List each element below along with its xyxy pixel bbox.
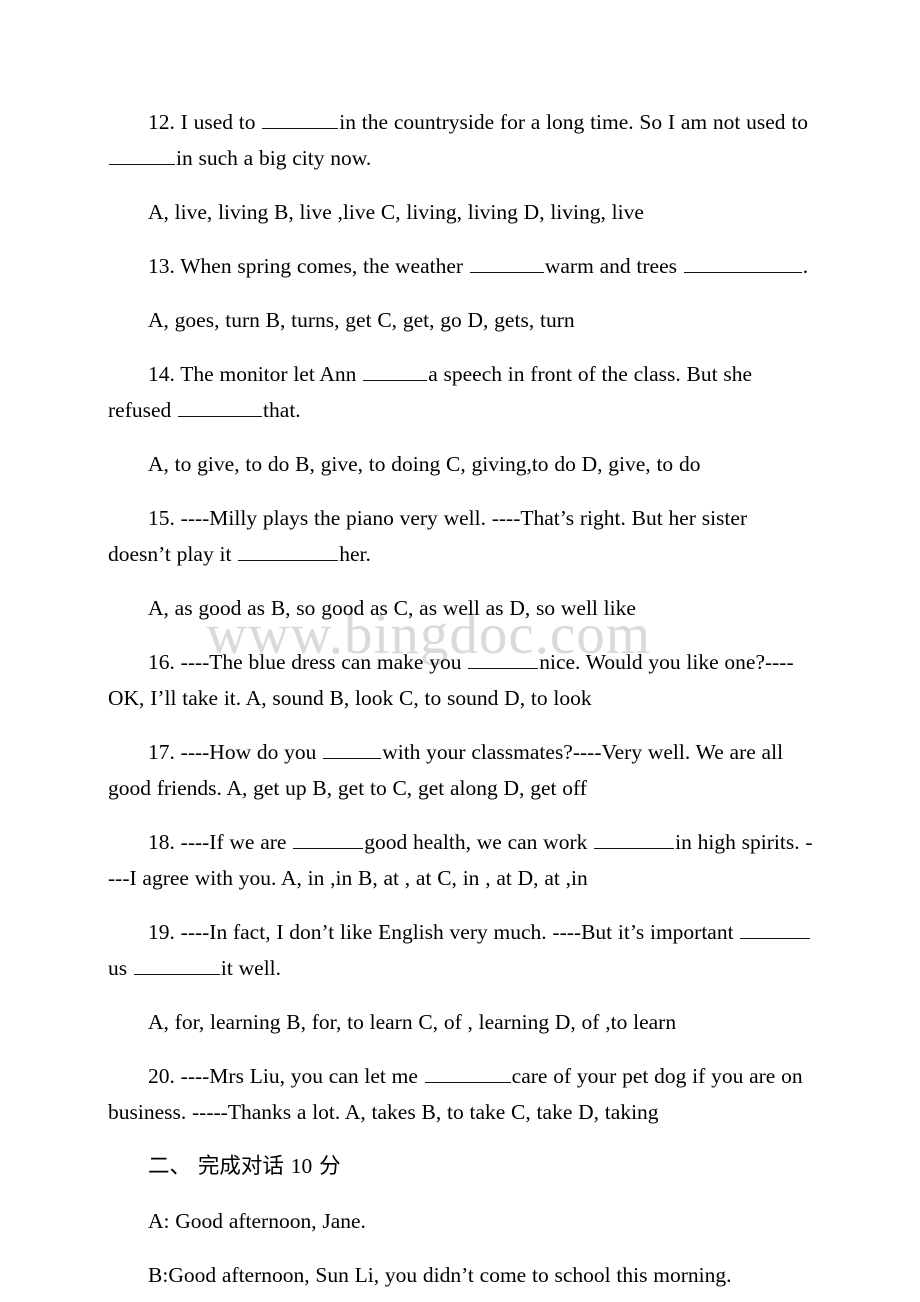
answer-blank[interactable]	[178, 396, 263, 417]
question-stem: ----If we are	[180, 830, 293, 854]
question-13: 13. When spring comes, the weather warm …	[108, 248, 814, 284]
question-number: 14.	[148, 362, 175, 386]
question-17: 17. ----How do you with your classmates?…	[108, 734, 814, 806]
section-title: 完成对话	[197, 1154, 284, 1179]
document-page: www.bingdoc.com 12. I used to in the cou…	[0, 0, 920, 1302]
question-18: 18. ----If we are good health, we can wo…	[108, 824, 814, 896]
question-19: 19. ----In fact, I don’t like English ve…	[108, 914, 814, 986]
section-points-unit: 分	[319, 1154, 341, 1179]
question-stem: in such a big city now.	[176, 146, 372, 170]
question-number: 15.	[148, 506, 175, 530]
answer-blank[interactable]	[109, 144, 175, 165]
question-19-options: A, for, learning B, for, to learn C, of …	[148, 1010, 677, 1034]
question-stem: ----How do you	[180, 740, 323, 764]
question-number: 19.	[148, 920, 175, 944]
question-stem: good health, we can work	[364, 830, 594, 854]
question-stem: us	[108, 956, 133, 980]
answer-blank[interactable]	[293, 828, 364, 849]
section-two-heading: 二、 完成对话 10 分	[108, 1148, 814, 1185]
question-stem: ----In fact, I don’t like English very m…	[180, 920, 740, 944]
answer-blank[interactable]	[262, 108, 339, 129]
answer-blank[interactable]	[133, 954, 220, 975]
dialogue-text: Good afternoon, Jane.	[169, 1209, 366, 1233]
question-number: 12.	[148, 110, 175, 134]
question-stem: that.	[263, 398, 301, 422]
answer-blank[interactable]	[683, 252, 802, 273]
dialogue-text: Good afternoon, Sun Li, you didn’t come …	[168, 1263, 732, 1287]
question-13-options: A, goes, turn B, turns, get C, get, go D…	[148, 308, 575, 332]
blank-number: 1	[182, 1293, 235, 1302]
dialogue-speaker: A:	[148, 1209, 170, 1233]
question-stem: ----Mrs Liu, you can let me	[180, 1064, 424, 1088]
question-stem: her.	[339, 542, 371, 566]
dialogue-speaker: B:	[148, 1263, 169, 1287]
question-number: 13.	[148, 254, 175, 278]
question-16: 16. ----The blue dress can make you nice…	[108, 644, 814, 716]
answer-blank[interactable]	[594, 828, 675, 849]
question-stem: in the countryside for a long time. So I…	[339, 110, 809, 134]
question-20: 20. ----Mrs Liu, you can let me care of …	[108, 1058, 814, 1130]
question-15-options: A, as good as B, so good as C, as well a…	[148, 596, 636, 620]
answer-blank[interactable]	[323, 738, 382, 759]
section-marker: 二、	[148, 1154, 192, 1179]
answer-blank[interactable]	[469, 252, 544, 273]
question-12: 12. I used to in the countryside for a l…	[108, 104, 814, 176]
question-stem: ----The blue dress can make you	[180, 650, 468, 674]
document-body: 12. I used to in the countryside for a l…	[108, 104, 814, 1302]
question-stem: The monitor let Ann	[180, 362, 363, 386]
question-stem: .	[802, 254, 809, 278]
dialogue-line-2: B:Good afternoon, Sun Li, you didn’t com…	[108, 1257, 814, 1302]
answer-blank[interactable]	[238, 540, 339, 561]
question-stem: ----Milly plays the piano very well. ---…	[108, 506, 748, 566]
answer-blank[interactable]	[468, 648, 539, 669]
question-14-options: A, to give, to do B, give, to doing C, g…	[148, 452, 701, 476]
question-stem: it well.	[220, 956, 282, 980]
dialogue-line-1: A: Good afternoon, Jane.	[108, 1203, 814, 1239]
question-number: 17.	[148, 740, 175, 764]
question-stem: I used to	[180, 110, 262, 134]
question-stem: When spring comes, the weather	[180, 254, 469, 278]
question-12-options: A, live, living B, live ,live C, living,…	[148, 200, 644, 224]
question-number: 18.	[148, 830, 175, 854]
answer-blank[interactable]	[424, 1062, 511, 1083]
question-stem: warm and trees	[544, 254, 683, 278]
answer-blank[interactable]	[363, 360, 428, 381]
section-points: 10	[290, 1154, 313, 1178]
question-number: 16.	[148, 650, 175, 674]
answer-blank[interactable]	[740, 918, 811, 939]
question-14: 14. The monitor let Ann a speech in fron…	[108, 356, 814, 428]
numbered-blank-1[interactable]: 1	[108, 1293, 265, 1302]
question-number: 20.	[148, 1064, 175, 1088]
question-15: 15. ----Milly plays the piano very well.…	[108, 500, 814, 572]
